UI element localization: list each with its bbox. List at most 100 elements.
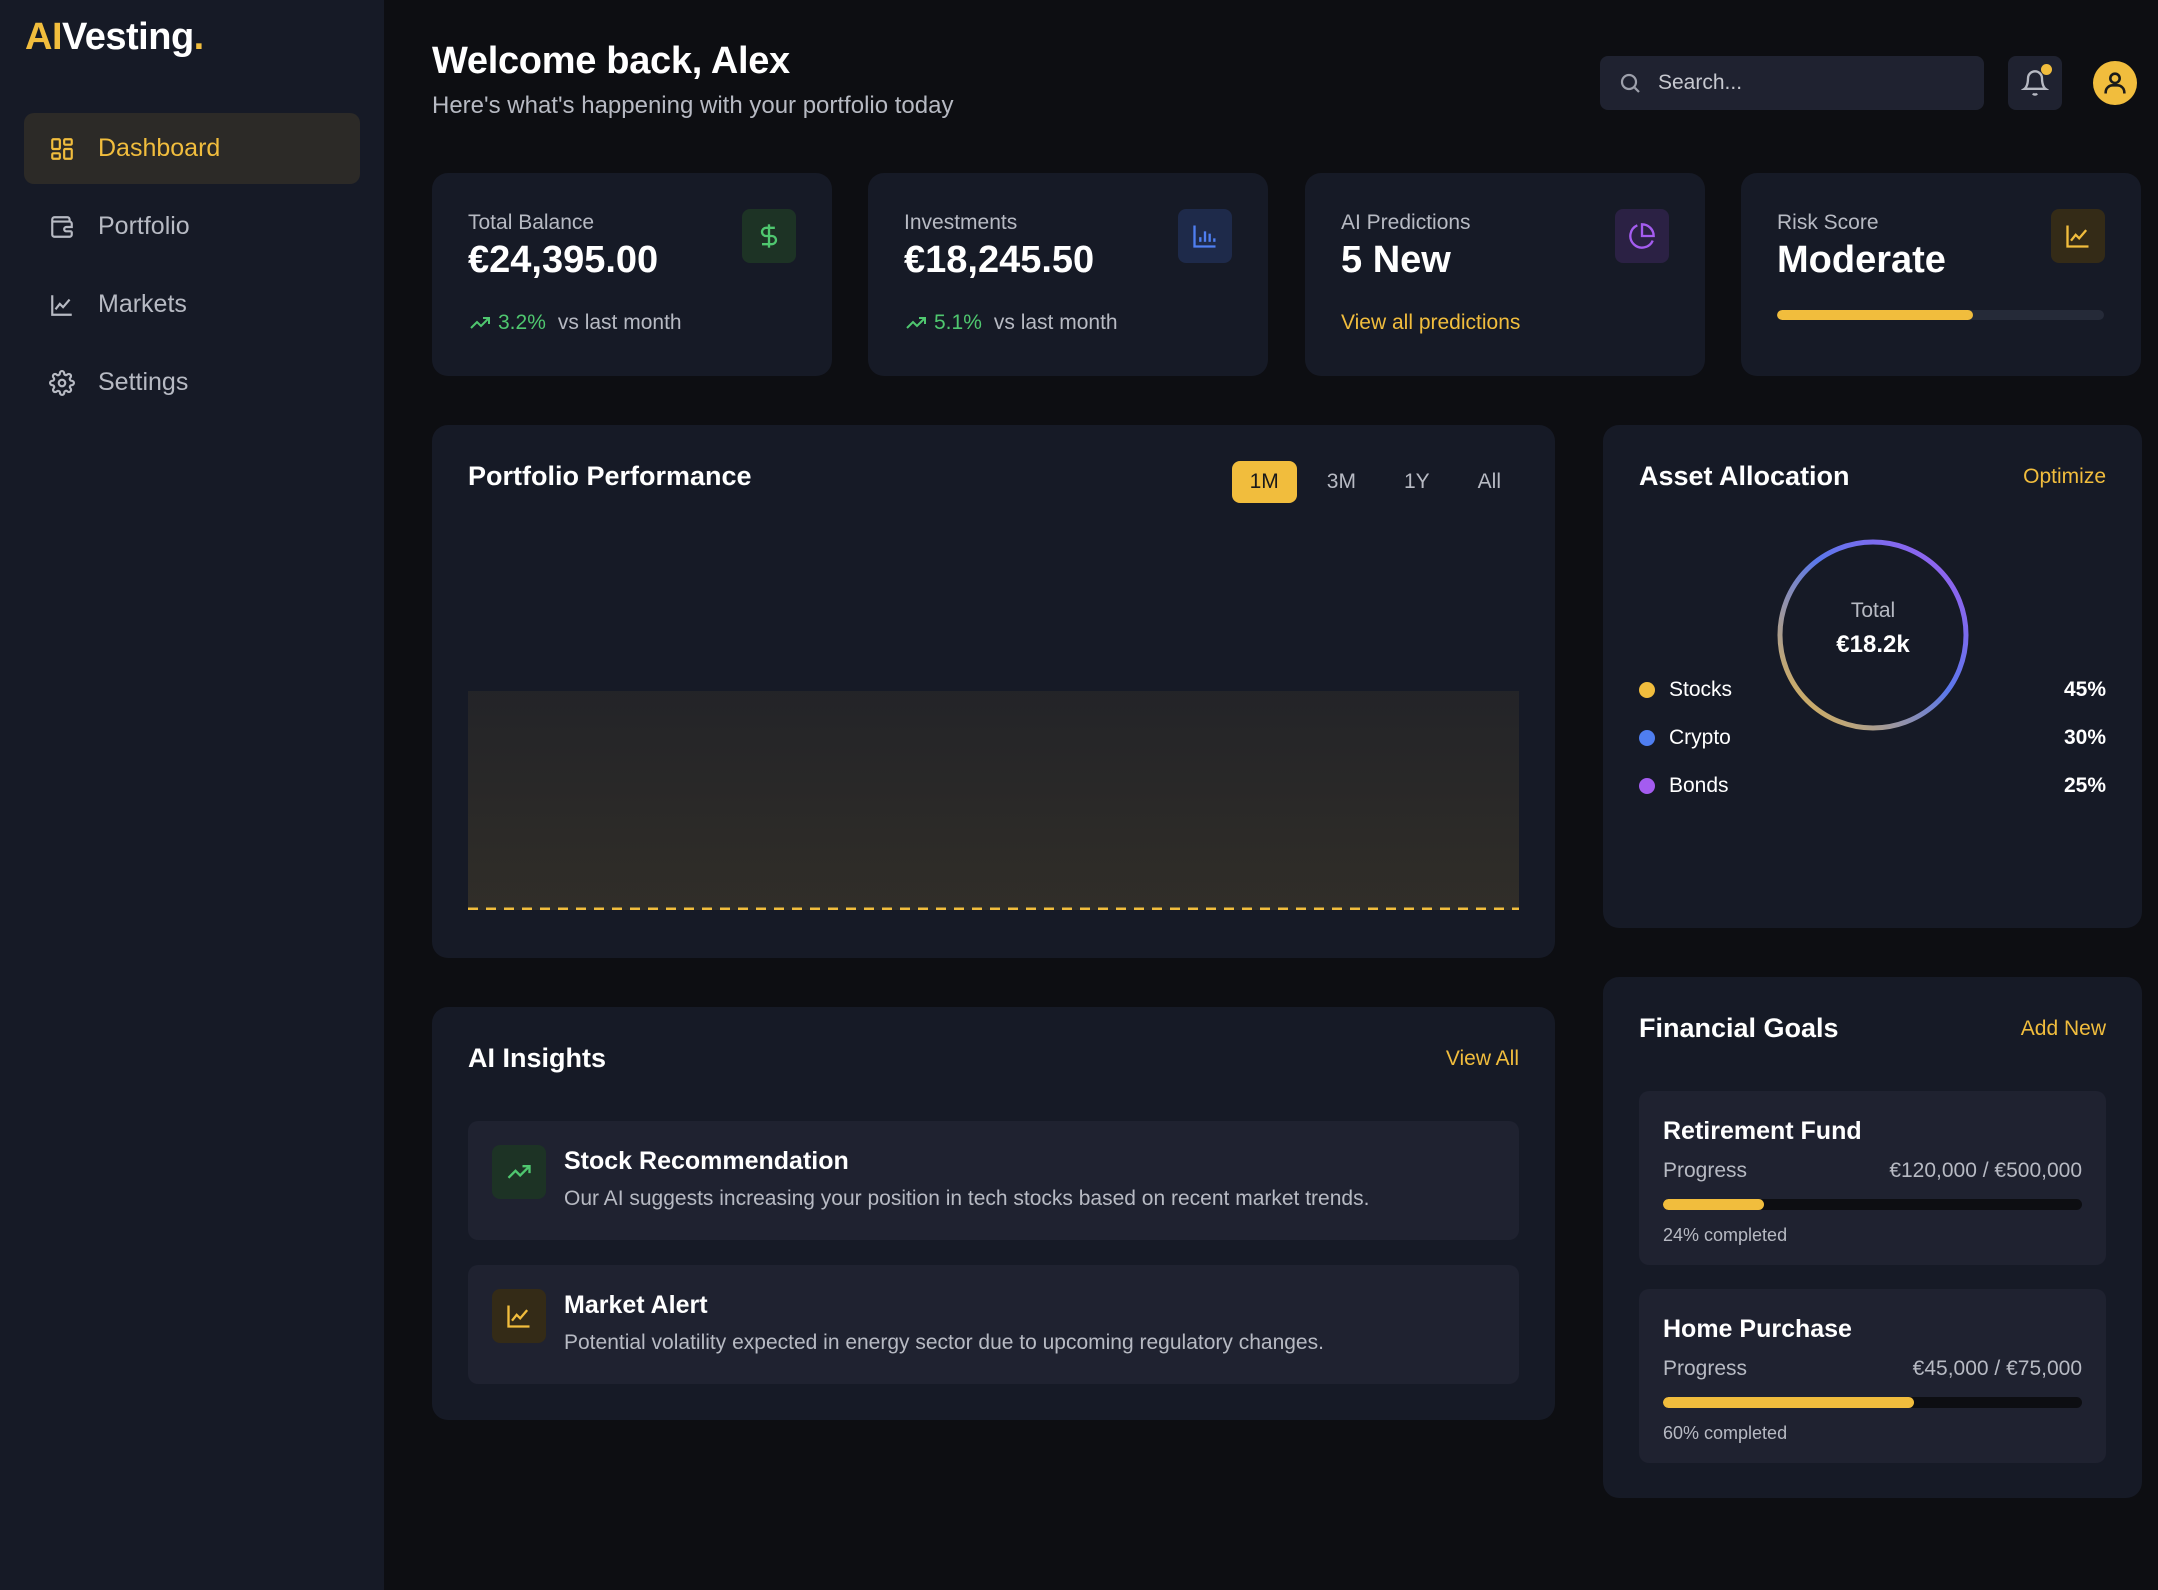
range-tab-1m[interactable]: 1M — [1231, 461, 1297, 503]
legend-label: Crypto — [1669, 726, 1731, 749]
legend-dot — [1639, 778, 1655, 794]
stat-label: Risk Score — [1777, 211, 1879, 234]
brand-prefix: AI — [25, 16, 63, 58]
view-all-insights-link[interactable]: View All — [1446, 1047, 1519, 1071]
goal-progress-fill — [1663, 1397, 1915, 1408]
goal-progress-label: Progress — [1663, 1159, 1748, 1182]
sidebar-item-label: Dashboard — [98, 134, 221, 162]
brand-logo[interactable]: AIVesting. — [25, 16, 204, 59]
sidebar-item-markets[interactable]: Markets — [24, 269, 360, 340]
gear-icon — [48, 369, 76, 397]
sidebar-item-label: Settings — [98, 368, 189, 396]
sidebar: AIVesting. Dashboard Portfolio Markets S… — [0, 0, 384, 1590]
card-title: Financial Goals — [1639, 1013, 1839, 1043]
view-all-predictions-link[interactable]: View all predictions — [1341, 311, 1520, 335]
trend-up-icon — [906, 317, 926, 329]
add-goal-button[interactable]: Add New — [2021, 1017, 2106, 1041]
chart-area-fill — [468, 691, 1519, 910]
bar-chart-icon — [1178, 209, 1232, 263]
insight-text: Potential volatility expected in energy … — [564, 1331, 1324, 1354]
stat-change-text: vs last month — [557, 311, 682, 334]
stat-label: Investments — [904, 211, 1018, 234]
sidebar-item-portfolio[interactable]: Portfolio — [24, 191, 360, 262]
legend-item-stocks: Stocks 45% — [1639, 675, 2106, 705]
insight-item[interactable]: Market Alert Potential volatility expect… — [468, 1265, 1519, 1384]
stat-change: 3.2% vs last month — [468, 311, 682, 335]
sidebar-item-dashboard[interactable]: Dashboard — [24, 113, 360, 184]
performance-chart — [468, 691, 1519, 910]
total-balance-card: Total Balance €24,395.00 3.2% vs last mo… — [432, 173, 832, 376]
insight-title: Stock Recommendation — [564, 1147, 849, 1175]
legend-dot — [1639, 730, 1655, 746]
user-avatar[interactable] — [2093, 61, 2137, 105]
page-subtitle: Here's what's happening with your portfo… — [432, 92, 954, 119]
insight-item[interactable]: Stock Recommendation Our AI suggests inc… — [468, 1121, 1519, 1240]
stat-change-percent: 3.2% — [498, 311, 546, 334]
dollar-icon — [742, 209, 796, 263]
user-icon — [2104, 72, 2126, 94]
card-title: Portfolio Performance — [468, 461, 752, 491]
asset-allocation-card: Asset Allocation Optimize Total €18.2k S… — [1603, 425, 2142, 928]
stat-label: Total Balance — [468, 211, 595, 234]
stat-change: 5.1% vs last month — [904, 311, 1118, 335]
goal-progress-fill — [1663, 1199, 1764, 1210]
goal-item[interactable]: Retirement Fund Progress €120,000 / €500… — [1639, 1091, 2106, 1265]
notification-dot — [2041, 64, 2052, 75]
legend-value: 30% — [2063, 726, 2106, 749]
sidebar-item-settings[interactable]: Settings — [24, 347, 360, 418]
range-tab-all[interactable]: All — [1460, 461, 1519, 503]
goal-progress-label: Progress — [1663, 1357, 1748, 1380]
range-tabs: 1M 3M 1Y All — [1220, 461, 1519, 503]
goal-progress-bar — [1663, 1397, 2082, 1408]
stat-value: €24,395.00 — [468, 239, 659, 281]
insight-text: Our AI suggests increasing your position… — [564, 1187, 1370, 1210]
donut-total: €18.2k — [1836, 631, 1910, 658]
legend-label: Bonds — [1669, 774, 1729, 797]
portfolio-performance-card: Portfolio Performance 1M 3M 1Y All — [432, 425, 1555, 958]
stat-change-text: vs last month — [993, 311, 1118, 334]
stat-value: €18,245.50 — [904, 239, 1095, 281]
goal-title: Retirement Fund — [1663, 1117, 1862, 1145]
insight-title: Market Alert — [564, 1291, 708, 1319]
sidebar-item-label: Markets — [98, 290, 187, 318]
legend-dot — [1639, 682, 1655, 698]
stat-change-percent: 5.1% — [934, 311, 982, 334]
sidebar-item-label: Portfolio — [98, 212, 190, 240]
risk-score-fill — [1777, 310, 1974, 320]
grid-icon — [48, 135, 76, 163]
goal-item[interactable]: Home Purchase Progress €45,000 / €75,000… — [1639, 1289, 2106, 1463]
wallet-icon — [48, 213, 76, 241]
brand-name: Vesting — [62, 16, 194, 58]
page-title: Welcome back, Alex — [432, 40, 790, 82]
ai-insights-card: AI Insights View All Stock Recommendatio… — [432, 1007, 1555, 1420]
range-tab-3m[interactable]: 3M — [1309, 461, 1374, 503]
legend-item-bonds: Bonds 25% — [1639, 771, 2106, 801]
line-chart-icon — [492, 1289, 546, 1343]
goal-title: Home Purchase — [1663, 1315, 1852, 1343]
risk-score-bar — [1777, 310, 2104, 320]
optimize-link[interactable]: Optimize — [2023, 465, 2106, 489]
sidebar-nav: Dashboard Portfolio Markets Settings — [24, 113, 360, 425]
stat-label: AI Predictions — [1341, 211, 1471, 234]
goal-completed-text: 24% completed — [1663, 1225, 1788, 1245]
line-chart-icon — [2051, 209, 2105, 263]
goal-amount: €45,000 / €75,000 — [1912, 1357, 2082, 1380]
legend-value: 25% — [2063, 774, 2106, 797]
search-input[interactable] — [1658, 71, 1958, 95]
ai-predictions-card: AI Predictions 5 New View all prediction… — [1305, 173, 1705, 376]
stat-value: 5 New — [1341, 239, 1451, 281]
legend-label: Stocks — [1669, 678, 1733, 701]
notifications-button[interactable] — [2008, 56, 2062, 110]
legend-item-crypto: Crypto 30% — [1639, 723, 2106, 753]
range-tab-1y[interactable]: 1Y — [1386, 461, 1448, 503]
search-box[interactable] — [1600, 56, 1984, 110]
risk-score-card: Risk Score Moderate — [1741, 173, 2141, 376]
goal-amount: €120,000 / €500,000 — [1889, 1159, 2082, 1182]
donut-label: Total — [1850, 599, 1896, 622]
allocation-donut: Total €18.2k — [1773, 535, 1973, 735]
trend-up-icon — [492, 1145, 546, 1199]
goal-completed-text: 60% completed — [1663, 1423, 1788, 1443]
line-chart-icon — [48, 291, 76, 319]
pie-chart-icon — [1615, 209, 1669, 263]
search-icon — [1620, 73, 1640, 93]
